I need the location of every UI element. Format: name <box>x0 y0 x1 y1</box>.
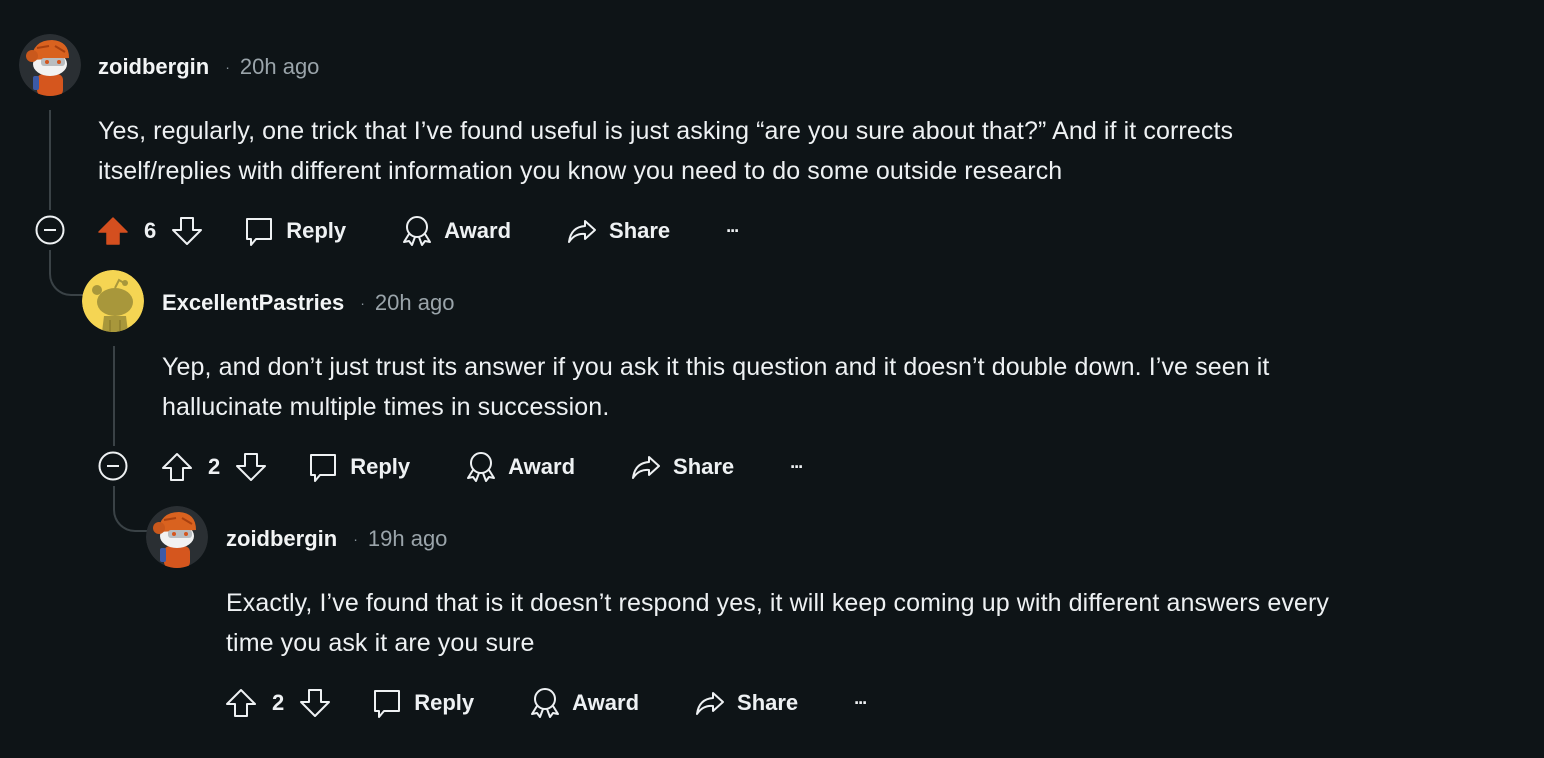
snoo-avatar-icon <box>19 34 81 96</box>
reply-bubble-icon <box>246 218 273 246</box>
share-arrow-icon <box>632 456 661 479</box>
award-ribbon-icon <box>403 216 432 246</box>
thread-connector <box>113 486 149 532</box>
upvote-filled-icon <box>98 217 128 245</box>
award-button[interactable]: Award <box>528 686 639 720</box>
upvote-icon <box>226 689 256 717</box>
comment-body: Yep, and don’t just trust its answer if … <box>162 353 1270 421</box>
username[interactable]: zoidbergin <box>98 54 209 80</box>
award-ribbon-icon <box>467 452 496 482</box>
more-dots-icon: ··· <box>726 220 740 241</box>
timestamp[interactable]: 20h ago <box>240 54 320 80</box>
timestamp[interactable]: 20h ago <box>375 290 455 316</box>
comment-meta: zoidbergin · 20h ago <box>98 52 319 82</box>
share-button[interactable]: Share <box>629 450 734 484</box>
reply-button[interactable]: Reply <box>306 450 410 484</box>
thread-line[interactable] <box>49 110 51 210</box>
upvote-button[interactable] <box>160 450 194 484</box>
award-button[interactable]: Award <box>464 450 575 484</box>
comment-body: Exactly, I’ve found that is it doesn’t r… <box>226 589 1329 657</box>
share-arrow-icon <box>568 220 597 243</box>
comment-actions: 6 Reply Award Share ··· <box>96 211 740 251</box>
share-button[interactable]: Share <box>565 214 670 248</box>
comment-meta: zoidbergin · 19h ago <box>226 524 447 554</box>
comment-thread: zoidbergin · 20h ago Yes, regularly, one… <box>0 0 1544 758</box>
reply-bubble-icon <box>374 690 401 718</box>
downvote-icon <box>300 689 331 717</box>
vote-count: 2 <box>272 690 285 715</box>
more-dots-icon: ··· <box>790 456 804 477</box>
downvote-icon <box>236 453 267 481</box>
timestamp[interactable]: 19h ago <box>368 526 448 552</box>
avatar[interactable] <box>82 270 144 332</box>
collapse-minus-icon <box>35 215 65 245</box>
comment-actions: 2 Reply Award Share ··· <box>224 683 868 723</box>
thread-connector <box>49 250 83 296</box>
share-arrow-icon <box>696 692 725 715</box>
more-dots-icon: ··· <box>854 692 868 713</box>
share-button[interactable]: Share <box>693 686 798 720</box>
more-options-button[interactable]: ··· <box>726 220 740 242</box>
collapse-button[interactable] <box>35 215 65 245</box>
snoo-avatar-icon <box>146 506 208 568</box>
meta-separator: · <box>225 59 230 75</box>
reply-bubble-icon <box>310 454 337 482</box>
downvote-button[interactable] <box>298 686 332 720</box>
collapse-button[interactable] <box>98 451 128 481</box>
avatar[interactable] <box>146 506 208 568</box>
avatar[interactable] <box>19 34 81 96</box>
username[interactable]: zoidbergin <box>226 526 337 552</box>
meta-separator: · <box>360 295 365 311</box>
upvote-button[interactable] <box>96 214 130 248</box>
upvote-icon <box>162 453 192 481</box>
comment-meta: ExcellentPastries · 20h ago <box>162 288 454 318</box>
comment-actions: 2 Reply Award Share ··· <box>160 447 804 487</box>
collapse-minus-icon <box>98 451 128 481</box>
snoo-avatar-icon <box>82 270 144 332</box>
reply-button[interactable]: Reply <box>370 686 474 720</box>
vote-count: 6 <box>144 218 157 243</box>
upvote-button[interactable] <box>224 686 258 720</box>
downvote-button[interactable] <box>170 214 204 248</box>
thread-line[interactable] <box>113 346 115 446</box>
more-options-button[interactable]: ··· <box>854 692 868 714</box>
meta-separator: · <box>353 531 358 547</box>
reply-button[interactable]: Reply <box>242 214 346 248</box>
vote-count: 2 <box>208 454 221 479</box>
username[interactable]: ExcellentPastries <box>162 290 344 316</box>
comment-body: Yes, regularly, one trick that I’ve foun… <box>98 117 1234 185</box>
award-button[interactable]: Award <box>400 214 511 248</box>
more-options-button[interactable]: ··· <box>790 456 804 478</box>
downvote-icon <box>172 217 203 245</box>
downvote-button[interactable] <box>234 450 268 484</box>
award-ribbon-icon <box>531 688 560 718</box>
